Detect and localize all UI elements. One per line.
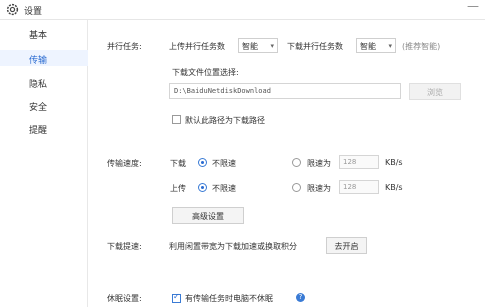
sidebar-item-privacy[interactable]: 隐私 <box>29 77 47 90</box>
boost-section-label: 下载提速: <box>107 242 142 251</box>
download-parallel-value: 智能 <box>360 42 376 51</box>
parallel-hint: (推荐智能) <box>402 42 441 51</box>
download-limit-label: 限速为 <box>307 159 331 168</box>
help-icon[interactable]: ? <box>296 293 305 302</box>
boost-enable-button[interactable]: 去开启 <box>326 237 367 254</box>
download-speed-label: 下载 <box>170 159 186 168</box>
download-parallel-label: 下载并行任务数 <box>287 42 343 51</box>
default-path-label: 默认此路径为下载路径 <box>185 116 265 125</box>
upload-parallel-dropdown[interactable]: 智能 ▾ <box>238 38 278 53</box>
upload-limit-unit: KB/s <box>385 183 403 192</box>
upload-unlimited-label: 不限速 <box>212 184 236 193</box>
minimize-button[interactable]: — <box>467 0 479 12</box>
upload-parallel-label: 上传并行任务数 <box>169 42 225 51</box>
sidebar-item-reminder[interactable]: 提醒 <box>29 123 47 136</box>
browse-button[interactable]: 浏览 <box>409 83 461 100</box>
speed-section-label: 传输速度: <box>107 159 142 168</box>
parallel-section-label: 并行任务: <box>107 42 142 51</box>
sidebar-item-transfer[interactable]: 传输 <box>29 53 47 66</box>
sidebar-item-basic[interactable]: 基本 <box>29 28 47 41</box>
advanced-settings-button[interactable]: 高级设置 <box>172 207 244 224</box>
upload-parallel-value: 智能 <box>242 42 258 51</box>
upload-limit-input[interactable]: 128 <box>339 180 379 194</box>
no-sleep-label: 有传输任务时电脑不休眠 <box>185 294 273 303</box>
window-title: 设置 <box>24 7 43 17</box>
download-path-input[interactable]: D:\BaiduNetdiskDownload <box>169 83 401 99</box>
sidebar-item-security[interactable]: 安全 <box>29 100 47 113</box>
gear-icon <box>6 3 19 16</box>
upload-speed-label: 上传 <box>170 184 186 193</box>
boost-description: 利用闲置带宽为下载加速或换取积分 <box>169 242 297 251</box>
default-path-checkbox[interactable] <box>172 115 181 124</box>
download-limit-radio[interactable] <box>292 158 301 167</box>
upload-unlimited-radio[interactable] <box>198 183 207 192</box>
title-bar: 设置 — <box>0 0 485 20</box>
sleep-section-label: 休眠设置: <box>107 294 142 303</box>
download-location-label: 下载文件位置选择: <box>172 68 239 77</box>
download-unlimited-label: 不限速 <box>212 159 236 168</box>
no-sleep-checkbox[interactable] <box>172 292 181 303</box>
download-limit-input[interactable]: 128 <box>339 155 379 169</box>
chevron-down-icon: ▾ <box>388 42 392 50</box>
chevron-down-icon: ▾ <box>270 42 274 50</box>
download-unlimited-radio[interactable] <box>198 158 207 167</box>
upload-limit-radio[interactable] <box>292 183 301 192</box>
upload-limit-label: 限速为 <box>307 184 331 193</box>
download-limit-unit: KB/s <box>385 158 403 167</box>
sidebar: 基本 传输 隐私 安全 提醒 <box>0 20 88 307</box>
download-parallel-dropdown[interactable]: 智能 ▾ <box>356 38 396 53</box>
